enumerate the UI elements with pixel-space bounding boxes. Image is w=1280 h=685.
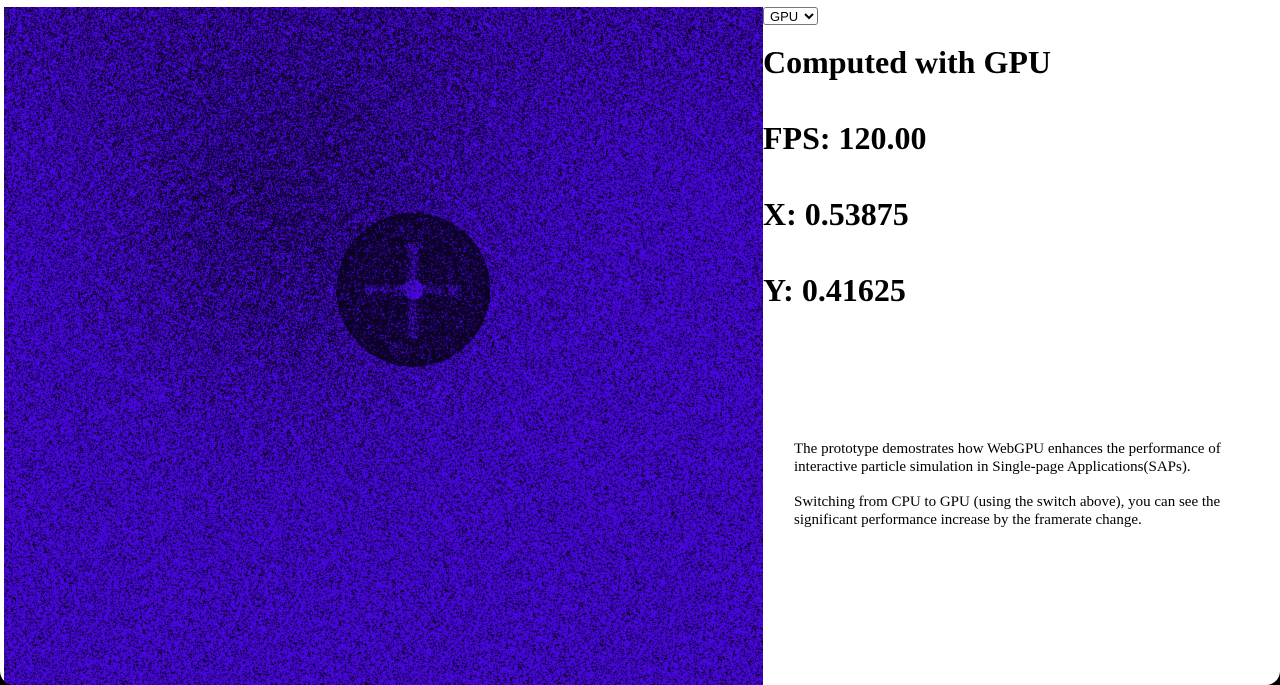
x-coordinate-readout: X: 0.53875: [763, 196, 909, 232]
fps-readout: FPS: 120.00: [763, 120, 927, 156]
info-panel: GPU Computed with GPU FPS: 120.00 X: 0.5…: [763, 7, 1273, 685]
description: The prototype demostrates how WebGPU enh…: [794, 440, 1254, 546]
compute-mode-select[interactable]: GPU: [763, 7, 818, 25]
description-paragraph-2: Switching from CPU to GPU (using the swi…: [794, 494, 1221, 528]
y-coordinate-readout: Y: 0.41625: [763, 272, 906, 308]
particle-canvas[interactable]: [4, 7, 763, 685]
compute-mode-heading: Computed with GPU: [763, 44, 1052, 80]
app-window: GPU Computed with GPU FPS: 120.00 X: 0.5…: [0, 0, 1280, 685]
particle-simulation[interactable]: [4, 7, 763, 685]
description-paragraph-1: The prototype demostrates how WebGPU enh…: [794, 441, 1221, 475]
